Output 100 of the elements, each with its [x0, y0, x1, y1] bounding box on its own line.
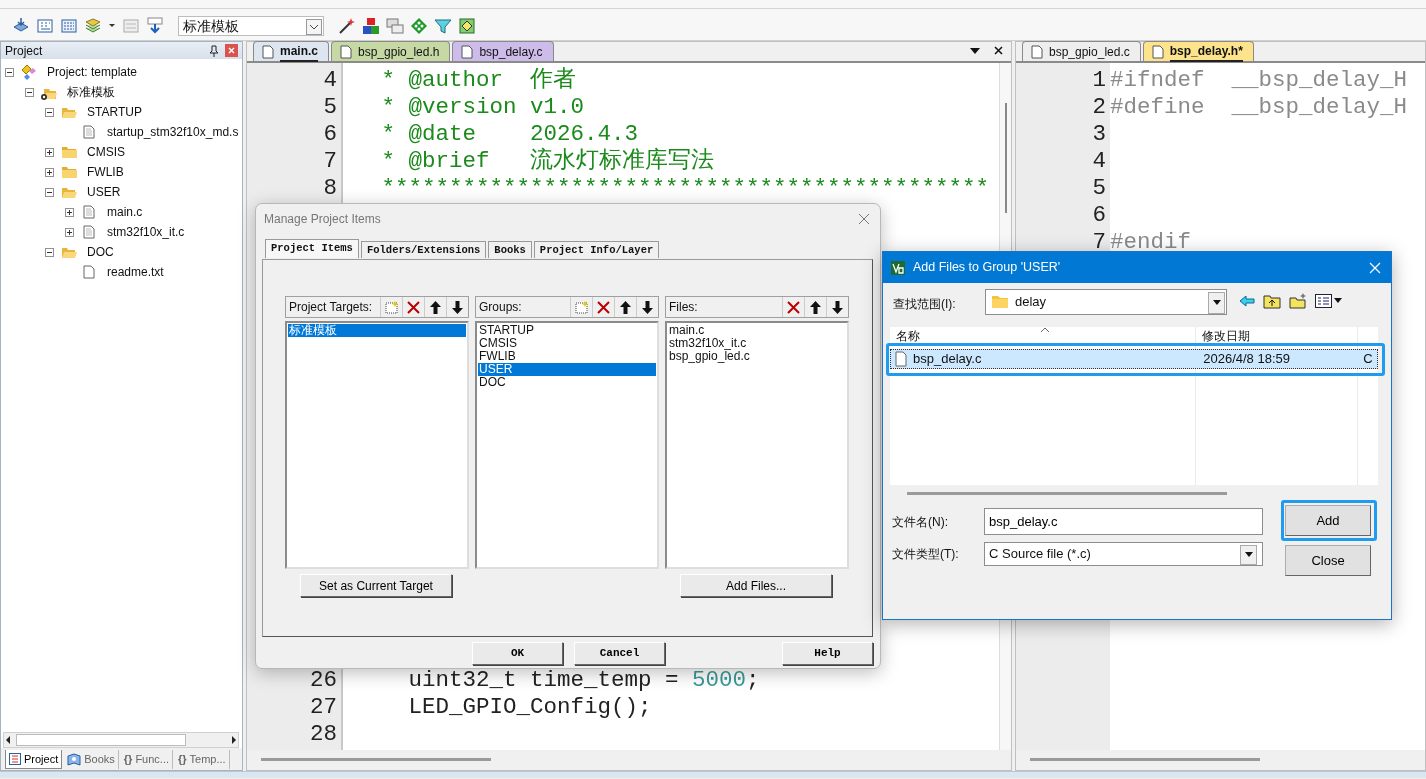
file-icon	[340, 44, 352, 59]
file-icon	[1151, 44, 1164, 59]
tree-item[interactable]: startup_stm32f10x_md.s	[107, 123, 239, 141]
file-type-select[interactable]: C Source file (*.c)	[984, 542, 1263, 566]
layers-icon[interactable]	[84, 17, 102, 35]
tree-item[interactable]: CMSIS	[87, 143, 125, 161]
view-menu-icon[interactable]	[1315, 294, 1343, 308]
tree-item[interactable]: stm32f10x_it.c	[107, 223, 185, 241]
dialog-tab[interactable]: Books	[488, 241, 532, 258]
expand-toggle[interactable]	[45, 167, 54, 177]
tree-item[interactable]: readme.txt	[107, 263, 164, 281]
tree-item[interactable]: main.c	[107, 203, 143, 221]
dialog-button[interactable]: Cancel	[574, 642, 665, 665]
file-tab[interactable]: main.c	[253, 41, 329, 61]
caret-icon	[1244, 552, 1253, 557]
code-line: #endif	[1110, 229, 1191, 256]
list-item[interactable]: bsp_gpio_led.c	[668, 350, 846, 363]
panel-tab[interactable]: Books	[64, 750, 119, 769]
collapse-toggle[interactable]	[45, 187, 54, 197]
blocks-icon[interactable]	[362, 17, 380, 35]
dropdown-arrow-icon[interactable]	[970, 47, 980, 55]
collapse-toggle[interactable]	[5, 67, 14, 77]
list-title: Project Targets:	[288, 299, 374, 316]
collapse-toggle[interactable]	[25, 87, 34, 97]
funnel-icon[interactable]	[434, 17, 452, 35]
file-row[interactable]: bsp_delay.c 2026/4/8 18:59 C	[890, 349, 1378, 369]
expand-toggle[interactable]	[45, 147, 54, 157]
up-arrow-icon	[618, 299, 633, 315]
tree-item[interactable]: 标准模板	[67, 83, 115, 101]
dialog-tab[interactable]: Project Info/Layer	[533, 241, 660, 258]
action-button[interactable]: Add Files...	[680, 574, 832, 597]
collapse-toggle[interactable]	[45, 107, 54, 117]
line-number: 4	[1091, 148, 1107, 175]
scrollbar-thumb[interactable]	[1030, 758, 1260, 761]
file-tab[interactable]: bsp_delay.h*	[1142, 41, 1254, 61]
list-item[interactable]: stm32f10x_it.c	[668, 337, 846, 350]
tree-item[interactable]: Project: template	[47, 63, 138, 81]
tree-item[interactable]: STARTUP	[87, 103, 142, 121]
file-tab[interactable]: bsp_gpio_led.c	[1022, 41, 1141, 61]
list-item[interactable]: CMSIS	[478, 337, 656, 350]
field-label: 查找范围(I):	[893, 296, 957, 313]
expand-toggle[interactable]	[65, 207, 74, 217]
list-item[interactable]: STARTUP	[478, 324, 656, 337]
folder-icon	[60, 165, 78, 179]
list-item[interactable]: main.c	[668, 324, 846, 337]
panel-tab[interactable]: {} Func...	[120, 750, 173, 769]
tree-item[interactable]: FWLIB	[87, 163, 124, 181]
file-icon	[262, 44, 274, 59]
list-item[interactable]: USER	[478, 363, 656, 376]
code-line: * @brief 流水灯标准库写法	[380, 148, 715, 175]
cross-icon	[786, 299, 801, 315]
dialog-button[interactable]: OK	[472, 642, 563, 665]
pin-icon[interactable]	[209, 44, 219, 57]
panel-tab[interactable]: {} Temp...	[175, 750, 230, 769]
back-arrow-icon[interactable]	[1239, 295, 1255, 307]
folder-icon	[991, 295, 1009, 309]
action-button[interactable]: Set as Current Target	[300, 574, 452, 597]
new-folder-icon[interactable]	[1289, 293, 1307, 309]
diamond-icon[interactable]	[410, 17, 428, 35]
dialog-button[interactable]: Close	[1285, 545, 1371, 576]
target-select[interactable]: 标准模板	[178, 16, 324, 36]
column-header[interactable]: 修改日期	[1196, 327, 1250, 343]
wand-icon[interactable]	[338, 17, 356, 35]
collapse-toggle[interactable]	[45, 247, 54, 257]
horizontal-scrollbar[interactable]	[3, 732, 239, 748]
table-cell-text: 2026/4/8 18:59	[1202, 350, 1291, 369]
expand-toggle[interactable]	[65, 227, 74, 237]
list-item[interactable]: FWLIB	[478, 350, 656, 363]
file-icon	[1031, 44, 1043, 59]
chip-icon[interactable]	[458, 17, 476, 35]
dialog-button[interactable]: Add	[1285, 505, 1371, 536]
download-icon[interactable]	[146, 17, 164, 35]
down-arrow-icon	[830, 299, 845, 315]
list-item[interactable]: DOC	[478, 376, 656, 389]
file-icon	[83, 125, 95, 139]
up-folder-icon[interactable]	[1263, 293, 1281, 309]
code-line: *********************************************	[380, 175, 990, 202]
windows-icon[interactable]	[386, 17, 404, 35]
close-button[interactable]	[225, 44, 238, 57]
file-name-field[interactable]: bsp_delay.c	[984, 508, 1263, 535]
folder-icon	[60, 145, 78, 159]
list-title: Files:	[668, 299, 699, 316]
code-line: #ifndef __bsp_delay_H	[1110, 67, 1408, 94]
scrollbar-thumb[interactable]	[261, 758, 491, 761]
panel-tab[interactable]: Project	[5, 750, 63, 769]
dialog-button[interactable]: Help	[782, 642, 873, 665]
file-tab[interactable]: bsp_delay.c	[452, 41, 554, 61]
column-header[interactable]: 名称	[890, 327, 1196, 343]
line-number: 27	[309, 694, 338, 721]
line-number: 28	[309, 721, 338, 748]
list-item[interactable]: 标准模板	[288, 324, 466, 337]
line-number: 6	[1091, 202, 1107, 229]
file-tab[interactable]: bsp_gpio_led.h	[331, 41, 451, 61]
folder-select[interactable]: delay	[985, 289, 1227, 315]
dialog-tab[interactable]: Folders/Extensions	[360, 241, 487, 258]
close-icon[interactable]	[994, 46, 1003, 55]
tree-item[interactable]: DOC	[87, 243, 114, 261]
scrollbar-thumb[interactable]	[907, 492, 1227, 495]
dialog-tab[interactable]: Project Items	[265, 239, 359, 258]
tree-item[interactable]: USER	[87, 183, 121, 201]
